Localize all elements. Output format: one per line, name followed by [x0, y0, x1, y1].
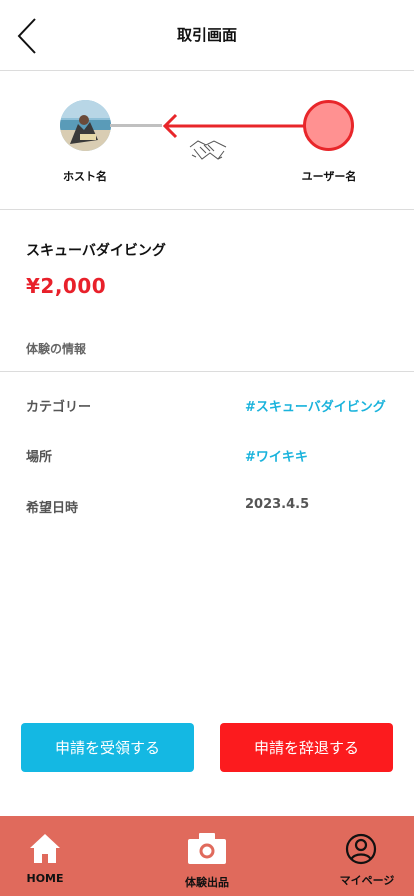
transaction-parties: ホスト名 ユーザー名: [0, 71, 414, 210]
info-row-category: カテゴリー #スキューバダイビング: [0, 396, 414, 420]
page-title: 取引画面: [176, 26, 237, 44]
info-key: カテゴリー: [26, 400, 92, 415]
handshake-icon: [189, 140, 227, 160]
nav-item-home[interactable]: HOME: [10, 816, 80, 896]
connection-line: [110, 124, 162, 127]
host-name-label: ホスト名: [63, 170, 107, 183]
arrow-left-icon: [162, 113, 306, 139]
home-icon: [30, 834, 60, 863]
date-value: 2023.4.5: [245, 497, 310, 512]
nav-label-home: HOME: [26, 872, 64, 885]
header-bar: 取引画面: [0, 0, 414, 71]
user-circle-icon: [345, 833, 377, 865]
category-tag-link[interactable]: #スキューバダイビング: [245, 396, 386, 415]
info-row-date: 希望日時 2023.4.5: [0, 497, 414, 521]
bottom-nav: HOME 体験出品 マイページ: [0, 816, 414, 896]
divider: [0, 371, 414, 372]
user-name-label: ユーザー名: [301, 170, 357, 183]
accept-request-button[interactable]: 申請を受領する: [21, 723, 194, 772]
location-tag-link[interactable]: #ワイキキ: [245, 446, 308, 465]
nav-label-mypage: マイページ: [339, 874, 395, 887]
host-avatar[interactable]: [60, 100, 111, 151]
price-label: ¥2,000: [26, 274, 107, 298]
camera-icon: [188, 833, 226, 864]
host-photo: [60, 100, 111, 151]
nav-item-listing[interactable]: 体験出品: [167, 816, 247, 896]
decline-request-button[interactable]: 申請を辞退する: [220, 723, 393, 772]
info-key: 希望日時: [26, 501, 79, 516]
nav-label-listing: 体験出品: [185, 876, 229, 889]
info-key: 場所: [26, 450, 53, 465]
nav-item-mypage[interactable]: マイページ: [330, 816, 404, 896]
experience-title: スキューバダイビング: [26, 243, 166, 259]
info-row-location: 場所 #ワイキキ: [0, 446, 414, 470]
user-avatar[interactable]: [303, 100, 354, 151]
section-heading: 体験の情報: [26, 342, 87, 356]
